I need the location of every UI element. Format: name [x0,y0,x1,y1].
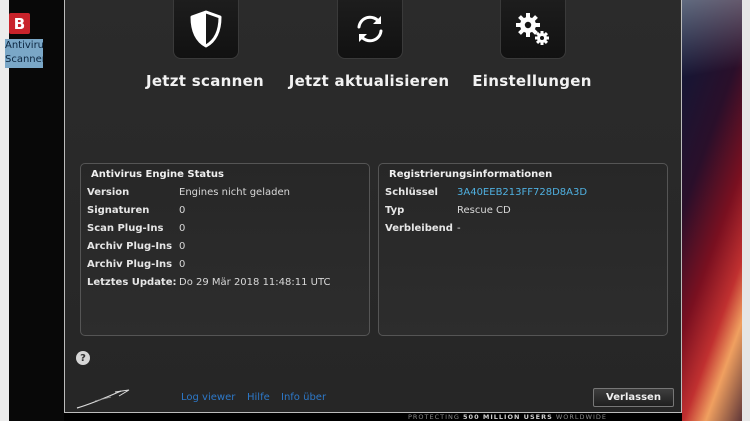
help-icon[interactable]: ? [76,351,90,365]
engine-key: Version [87,187,130,198]
engine-status-title: Antivirus Engine Status [91,169,224,180]
engine-key: Archiv Plug-Ins [87,241,173,252]
engine-value: 0 [179,205,186,216]
tagline-pre: PROTECTING [408,413,464,421]
engine-key: Letztes Update: [87,277,177,288]
tagline-post: WORLDWIDE [552,413,607,421]
scan-label[interactable]: Jetzt scannen [143,72,267,90]
help-link[interactable]: Hilfe [247,392,270,403]
registration-title: Registrierungsinformationen [389,169,553,180]
desktop-right-edge [742,0,750,421]
engine-value: 0 [179,259,186,270]
update-label[interactable]: Jetzt aktualisieren [279,72,459,90]
engine-status-panel: Antivirus Engine Status Version Engines … [80,163,370,336]
settings-button[interactable] [500,0,566,59]
tagline-bold: 500 MILLION USERS [463,413,553,421]
logo-swoosh-icon [76,389,130,409]
update-button[interactable] [337,0,403,59]
desktop-app-icon[interactable]: B [9,13,30,34]
engine-key: Signaturen [87,205,150,216]
registration-panel: Registrierungsinformationen Schlüssel 3A… [378,163,668,336]
tagline: PROTECTING 500 MILLION USERS WORLDWIDE [408,413,607,421]
registration-key: Schlüssel [385,187,438,198]
shield-icon [190,10,222,48]
registration-value: - [457,223,461,234]
engine-key: Archiv Plug-Ins [87,259,173,270]
scan-button[interactable] [173,0,239,59]
license-key-value: 3A40EEB213FF728D8A3D [457,187,588,198]
desktop-wallpaper [682,0,750,421]
desktop-app-label[interactable]: Antivirus Scanner [5,39,43,68]
engine-key: Scan Plug-Ins [87,223,164,234]
main-window: Jetzt scannen Jetzt aktualisieren Einste… [64,0,682,413]
log-viewer-link[interactable]: Log viewer [181,392,235,403]
refresh-icon [357,15,383,43]
engine-value: Engines nicht geladen [179,187,290,198]
registration-key: Verbleibend [385,223,453,234]
settings-label[interactable]: Einstellungen [465,72,599,90]
about-link[interactable]: Info über [281,392,326,403]
engine-value: 0 [179,241,186,252]
registration-value: Rescue CD [457,205,511,216]
registration-key: Typ [385,205,405,216]
gears-icon [516,13,549,45]
engine-value: Do 29 Mär 2018 11:48:11 UTC [179,277,331,288]
engine-value: 0 [179,223,186,234]
exit-button[interactable]: Verlassen [593,388,674,407]
